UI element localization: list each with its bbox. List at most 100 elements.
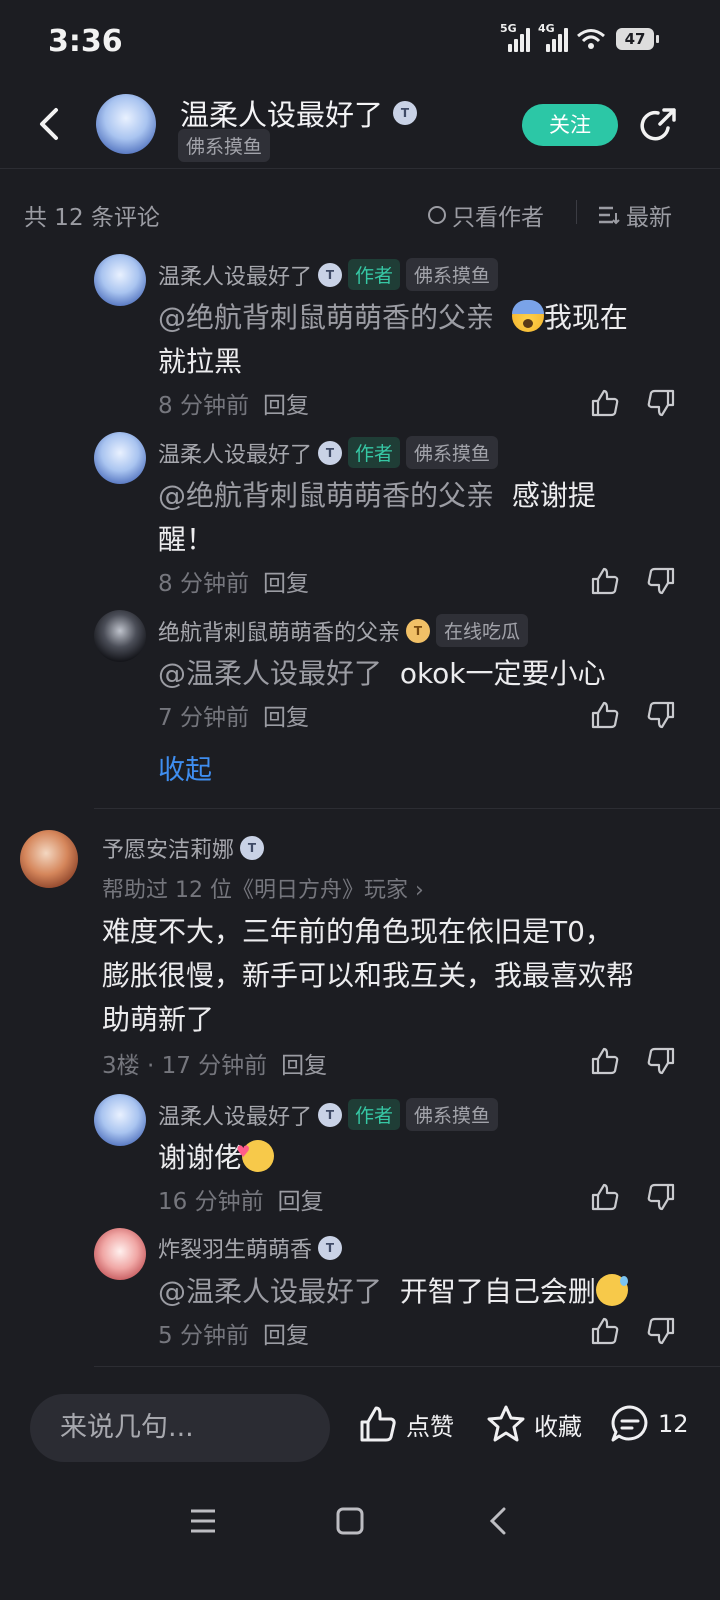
- user-tag: 佛系摸鱼: [406, 1098, 499, 1131]
- floor-timestamp: 3楼 · 17 分钟前: [102, 1053, 268, 1079]
- heart-smile-emoji-icon: [236, 1130, 275, 1174]
- comment-text: 难度不大，三年前的角色现在依旧是T0， 膨胀很慢，新手可以和我互关，我最喜欢帮 …: [102, 910, 692, 1042]
- filter-separator: [576, 200, 577, 224]
- header-avatar[interactable]: [96, 94, 156, 154]
- level-badge-icon: T: [318, 440, 343, 465]
- mention[interactable]: @温柔人设最好了: [158, 657, 382, 690]
- comment-text-part: 我现在: [543, 301, 628, 334]
- comment-header: 温柔人设最好了 T 作者 佛系摸鱼: [158, 1098, 499, 1131]
- comment-text-part: 就拉黑: [158, 345, 243, 378]
- comment-divider: [94, 808, 720, 809]
- comment-meta: 8 分钟前 回复: [158, 386, 309, 420]
- comment-username[interactable]: 予愿安洁莉娜: [102, 832, 234, 864]
- reply-button[interactable]: 回复: [263, 698, 309, 732]
- mention[interactable]: @绝航背刺鼠萌萌香的父亲: [158, 479, 494, 512]
- comment-text: @绝航背刺鼠萌萌香的父亲 感谢提 醒！: [158, 474, 678, 562]
- avatar[interactable]: [94, 432, 146, 484]
- reply-button[interactable]: 回复: [278, 1182, 324, 1216]
- share-icon[interactable]: [638, 106, 678, 146]
- comment-username[interactable]: 绝航背刺鼠萌萌香的父亲: [158, 615, 400, 647]
- avatar[interactable]: [20, 830, 78, 888]
- level-badge-icon: T: [240, 836, 265, 860]
- comments-button[interactable]: 12: [610, 1404, 689, 1444]
- reply-button[interactable]: 回复: [281, 1046, 327, 1080]
- comment-username[interactable]: 温柔人设最好了: [158, 437, 312, 469]
- comment-meta: 3楼 · 17 分钟前 回复: [102, 1046, 327, 1080]
- collapse-replies-link[interactable]: 收起: [158, 748, 212, 787]
- author-only-label: 只看作者: [452, 205, 544, 231]
- avatar[interactable]: [94, 1094, 146, 1146]
- comment-username[interactable]: 温柔人设最好了: [158, 1099, 312, 1131]
- user-tag: 佛系摸鱼: [406, 436, 499, 469]
- user-tag: 在线吃瓜: [436, 614, 529, 647]
- helped-players-link[interactable]: 帮助过 12 位《明日方舟》玩家 ›: [102, 872, 424, 904]
- header-title[interactable]: 温柔人设最好了 T: [180, 92, 418, 134]
- timestamp: 8 分钟前: [158, 393, 249, 419]
- reply-button[interactable]: 回复: [263, 386, 309, 420]
- thumbs-up-icon[interactable]: [590, 388, 620, 418]
- level-badge-icon: T: [406, 618, 431, 643]
- comment-username[interactable]: 炸裂羽生萌萌香: [158, 1232, 312, 1264]
- avatar[interactable]: [94, 1228, 146, 1280]
- comment-header: 温柔人设最好了 T 作者 佛系摸鱼: [158, 258, 499, 291]
- thumbs-down-icon[interactable]: [646, 388, 676, 418]
- like-button[interactable]: 点赞: [358, 1404, 454, 1444]
- thumbs-up-icon: [360, 1406, 396, 1442]
- thumbs-down-icon[interactable]: [646, 700, 676, 730]
- comment-input[interactable]: 来说几句...: [30, 1394, 330, 1462]
- avatar[interactable]: [94, 610, 146, 662]
- thumbs-up-icon[interactable]: [590, 1046, 620, 1076]
- level-badge-icon: T: [318, 1102, 343, 1127]
- reply-button[interactable]: 回复: [263, 1316, 309, 1350]
- thumbs-down-icon[interactable]: [646, 1046, 676, 1076]
- comment-bubble-icon: [611, 1405, 648, 1442]
- comment-username[interactable]: 温柔人设最好了: [158, 259, 312, 291]
- author-tag: 作者: [348, 1099, 401, 1130]
- header-user-tag: 佛系摸鱼: [178, 129, 271, 162]
- sort-label: 最新: [626, 205, 672, 231]
- thumbs-up-icon[interactable]: [590, 1316, 620, 1346]
- signal-4g-icon: 4G: [538, 22, 568, 52]
- radio-circle-icon: [428, 206, 446, 224]
- comment-header: 温柔人设最好了 T 作者 佛系摸鱼: [158, 436, 499, 469]
- net-label-5g: 5G: [500, 22, 517, 35]
- follow-button[interactable]: 关注: [522, 104, 618, 146]
- comment-meta: 16 分钟前 回复: [158, 1182, 324, 1216]
- comment-text-part: 难度不大，三年前的角色现在依旧是T0，: [102, 915, 613, 948]
- comment-text-part: okok一定要小心: [399, 657, 606, 690]
- reply-button[interactable]: 回复: [263, 564, 309, 598]
- thumbs-down-icon[interactable]: [646, 566, 676, 596]
- avatar[interactable]: [94, 254, 146, 306]
- timestamp: 5 分钟前: [158, 1323, 249, 1349]
- like-label: 点赞: [406, 1412, 454, 1441]
- mention[interactable]: @温柔人设最好了: [158, 1275, 382, 1308]
- status-time: 3:36: [48, 24, 123, 59]
- thumbs-up-icon[interactable]: [590, 700, 620, 730]
- header-username: 温柔人设最好了: [180, 98, 384, 132]
- thumbs-up-icon[interactable]: [590, 1182, 620, 1212]
- wifi-icon: [577, 29, 605, 49]
- author-tag: 作者: [348, 437, 401, 468]
- user-tag: 佛系摸鱼: [406, 258, 499, 291]
- author-tag: 作者: [348, 259, 401, 290]
- back-arrow-icon[interactable]: [32, 104, 68, 144]
- author-only-toggle[interactable]: 只看作者: [428, 198, 544, 232]
- mention[interactable]: @绝航背刺鼠萌萌香的父亲: [158, 301, 494, 334]
- sweat-smile-emoji-icon: [595, 1274, 628, 1306]
- level-badge-icon: T: [318, 262, 343, 287]
- comment-text-part: 膨胀很慢，新手可以和我互关，我最喜欢帮: [102, 959, 635, 992]
- fear-emoji-icon: [511, 300, 544, 332]
- status-icons: 5G 4G 47: [500, 22, 659, 52]
- comment-text: @温柔人设最好了 okok一定要小心: [158, 652, 678, 696]
- thumbs-up-icon[interactable]: [590, 566, 620, 596]
- back-nav-icon[interactable]: [484, 1506, 514, 1536]
- favorite-button[interactable]: 收藏: [486, 1404, 582, 1444]
- thumbs-down-icon[interactable]: [646, 1316, 676, 1346]
- home-square-icon[interactable]: [335, 1506, 365, 1536]
- comment-meta: 8 分钟前 回复: [158, 564, 309, 598]
- comment-count: 共 12 条评论: [24, 205, 160, 231]
- menu-lines-icon[interactable]: [188, 1506, 218, 1536]
- comment-header: 予愿安洁莉娜 T: [102, 832, 265, 864]
- thumbs-down-icon[interactable]: [646, 1182, 676, 1212]
- sort-newest-button[interactable]: 最新: [598, 198, 672, 232]
